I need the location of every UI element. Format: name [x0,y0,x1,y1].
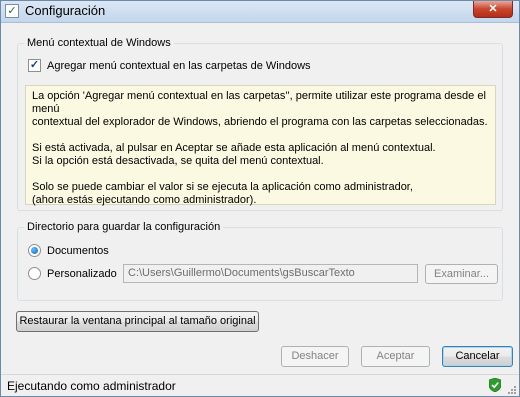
info-paragraph: Solo se puede cambiar el valor si se eje… [32,181,413,206]
info-paragraph: La opción 'Agregar menú contextual en la… [32,90,488,128]
window-title: Configuración [25,3,106,18]
context-menu-checkbox[interactable]: ✓ [28,59,41,72]
app-checkbox-icon: ✓ [5,4,19,18]
checkmark-icon: ✓ [29,59,40,71]
close-button[interactable]: ✕ [473,1,513,18]
status-text: Ejecutando como administrador [7,379,176,393]
info-paragraph: Si está activada, al pulsar en Aceptar s… [32,142,436,167]
resize-grip-icon[interactable] [507,385,517,395]
browse-button[interactable]: Examinar... [425,264,498,284]
custom-radio-label[interactable]: Personalizado [47,267,117,281]
shield-check-icon [489,378,501,392]
cancel-button[interactable]: Cancelar [442,346,513,367]
title-bar[interactable]: ✓ Configuración ✕ [1,1,519,23]
close-icon: ✕ [488,3,498,15]
status-bar: Ejecutando como administrador [1,374,519,396]
accept-button[interactable]: Aceptar [361,346,430,367]
config-dir-group-label: Directorio para guardar la configuración [24,220,224,234]
documents-radio[interactable] [28,244,41,257]
context-menu-checkbox-label[interactable]: Agregar menú contextual en las carpetas … [47,59,311,73]
configuration-window: ✓ Configuración ✕ Menú contextual de Win… [0,0,520,397]
restore-window-size-button[interactable]: Restaurar la ventana principal al tamaño… [16,311,259,332]
undo-button[interactable]: Deshacer [281,346,349,367]
info-box: La opción 'Agregar menú contextual en la… [25,85,496,206]
custom-radio[interactable] [28,267,41,280]
context-menu-group-label: Menú contextual de Windows [24,36,174,50]
documents-radio-label[interactable]: Documentos [47,244,109,258]
custom-path-input[interactable]: C:\Users\Guillermo\Documents\gsBuscarTex… [123,264,418,283]
